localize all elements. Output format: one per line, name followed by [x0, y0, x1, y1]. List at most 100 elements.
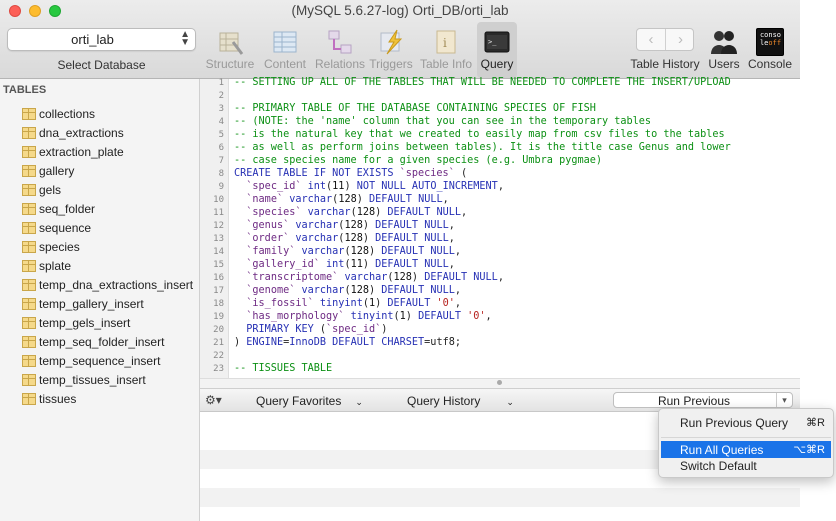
- sidebar-item-table[interactable]: temp_gallery_insert: [22, 295, 198, 314]
- table-history-button[interactable]: Table History: [630, 22, 700, 78]
- line-number: 18: [213, 299, 224, 309]
- sidebar-item-table[interactable]: temp_gels_insert: [22, 314, 198, 333]
- sidebar-item-table[interactable]: gallery: [22, 162, 198, 181]
- table-name: temp_sequence_insert: [39, 354, 161, 368]
- table-icon: [22, 336, 36, 348]
- code-line-14: `family` varchar(128) DEFAULT NULL,: [246, 246, 462, 257]
- content-icon: [273, 31, 297, 53]
- menu-separator: [661, 437, 831, 438]
- users-button[interactable]: Users: [705, 22, 743, 78]
- switch-default-item[interactable]: Switch Default: [661, 457, 831, 474]
- code-line-10: `name` varchar(128) DEFAULT NULL,: [246, 194, 449, 205]
- sidebar-item-table[interactable]: dna_extractions: [22, 124, 198, 143]
- users-label: Users: [708, 57, 740, 71]
- line-number: 10: [213, 195, 224, 205]
- splitter-handle-icon: [497, 380, 502, 385]
- sidebar-item-table[interactable]: temp_tissues_insert: [22, 371, 198, 390]
- line-number: 13: [213, 234, 224, 244]
- query-editor[interactable]: 1 2 3 4 5 6 7 8 9 10 11 12 13 14 15 16 17 18 19 20 21 22 23 --…: [200, 77, 800, 378]
- query-history-label: Query History: [407, 394, 481, 408]
- table-name: extraction_plate: [39, 145, 124, 159]
- table-icon: [22, 374, 36, 386]
- table-icon: [22, 127, 36, 139]
- console-button[interactable]: conso leoff Console: [746, 22, 794, 78]
- sidebar-item-table[interactable]: sequence: [22, 219, 198, 238]
- table-name: seq_folder: [39, 202, 96, 216]
- table-icon: [22, 355, 36, 367]
- content-label: Content: [263, 57, 307, 71]
- query-favorites-label: Query Favorites: [256, 394, 342, 408]
- sidebar-item-table[interactable]: tissues: [22, 390, 198, 409]
- table-name: collections: [39, 107, 96, 121]
- line-number: 9: [218, 182, 224, 192]
- line-number: 6: [218, 143, 224, 153]
- code-line-21: ) ENGINE=InnoDB DEFAULT CHARSET=utf8;: [234, 337, 461, 348]
- run-previous-query-item[interactable]: Run Previous Query ⌘R: [661, 414, 831, 431]
- table-icon: [22, 222, 36, 234]
- table-icon: [22, 279, 36, 291]
- sidebar-item-table[interactable]: species: [22, 238, 198, 257]
- table-name: dna_extractions: [39, 126, 124, 140]
- menu-item-shortcut: ⌥⌘R: [793, 444, 825, 456]
- table-icon: [22, 317, 36, 329]
- table-name: gels: [39, 183, 62, 197]
- code-line-17: `genome` varchar(128) DEFAULT NULL,: [246, 285, 462, 296]
- table-name: temp_seq_folder_insert: [39, 335, 165, 349]
- sidebar-item-table[interactable]: collections: [22, 105, 198, 124]
- window-title: (MySQL 5.6.27-log) Orti_DB/orti_lab: [291, 3, 509, 18]
- run-all-queries-item[interactable]: Run All Queries ⌥⌘R: [661, 441, 831, 458]
- table-icon: [22, 241, 36, 253]
- code-line-5: -- is the natural key that we created to…: [234, 129, 725, 140]
- run-previous-button[interactable]: Run Previous ▾: [613, 392, 793, 408]
- code-line-1: -- SETTING UP ALL OF THE TABLES THAT WIL…: [234, 77, 731, 88]
- table-icon: [22, 298, 36, 310]
- table-icon: [22, 184, 36, 196]
- code-line-11: `species` varchar(128) DEFAULT NULL,: [246, 207, 468, 218]
- sidebar-item-table[interactable]: temp_sequence_insert: [22, 352, 198, 371]
- sidebar-item-table[interactable]: seq_folder: [22, 200, 198, 219]
- code-line-13: `order` varchar(128) DEFAULT NULL,: [246, 233, 455, 244]
- line-number: 16: [213, 273, 224, 283]
- query-history-menu[interactable]: Query History ⌄: [407, 394, 514, 408]
- relations-button[interactable]: Relations: [314, 22, 366, 78]
- sidebar-item-table[interactable]: temp_dna_extractions_insert: [22, 276, 198, 295]
- code-line-20: PRIMARY KEY (`spec_id`): [246, 324, 388, 335]
- table-name: splate: [39, 259, 72, 273]
- menu-item-label: Run All Queries: [680, 443, 764, 457]
- pane-splitter[interactable]: [200, 378, 800, 388]
- table-info-icon: i: [436, 30, 456, 54]
- table-name: temp_gels_insert: [39, 316, 131, 330]
- database-select[interactable]: orti_lab ▲ ▼: [7, 28, 196, 51]
- content-button[interactable]: Content: [259, 22, 311, 78]
- console-icon-text-1: conso: [759, 31, 782, 39]
- triggers-button[interactable]: Triggers: [366, 22, 416, 78]
- code-line-9: `spec_id` int(11) NOT NULL AUTO_INCREMEN…: [246, 181, 504, 192]
- chevron-down-icon[interactable]: ▾: [776, 393, 792, 407]
- run-menu: Run Previous Query ⌘R Run All Queries ⌥⌘…: [658, 408, 834, 478]
- structure-button[interactable]: Structure: [204, 22, 256, 78]
- query-button[interactable]: >_ Query: [477, 22, 517, 78]
- table-info-button[interactable]: i Table Info: [419, 22, 473, 78]
- table-name: temp_dna_extractions_insert: [39, 278, 194, 292]
- console-icon-row: leoff: [759, 39, 782, 47]
- table-history-label: Table History: [630, 57, 700, 71]
- table-name: gallery: [39, 164, 75, 178]
- updown-chevron-icon: ▲ ▼: [180, 29, 190, 48]
- sidebar-item-table[interactable]: splate: [22, 257, 198, 276]
- line-number: 21: [213, 338, 224, 348]
- gear-icon[interactable]: ⚙▾: [205, 393, 222, 407]
- line-number: 23: [213, 364, 224, 374]
- sidebar-item-table[interactable]: temp_seq_folder_insert: [22, 333, 198, 352]
- app-window: (MySQL 5.6.27-log) Orti_DB/orti_lab orti…: [0, 0, 836, 521]
- table-name: temp_tissues_insert: [39, 373, 146, 387]
- code-line-6: -- as well as perform joins between tabl…: [234, 142, 731, 153]
- tables-heading: TABLES: [3, 84, 47, 96]
- line-number: 5: [218, 130, 224, 140]
- menu-item-label: Switch Default: [680, 459, 757, 473]
- line-number: 14: [213, 247, 224, 257]
- query-favorites-menu[interactable]: Query Favorites ⌄: [256, 394, 363, 408]
- sidebar-item-table[interactable]: gels: [22, 181, 198, 200]
- relations-icon: [328, 30, 352, 54]
- sidebar-item-table[interactable]: extraction_plate: [22, 143, 198, 162]
- table-row: [200, 488, 800, 507]
